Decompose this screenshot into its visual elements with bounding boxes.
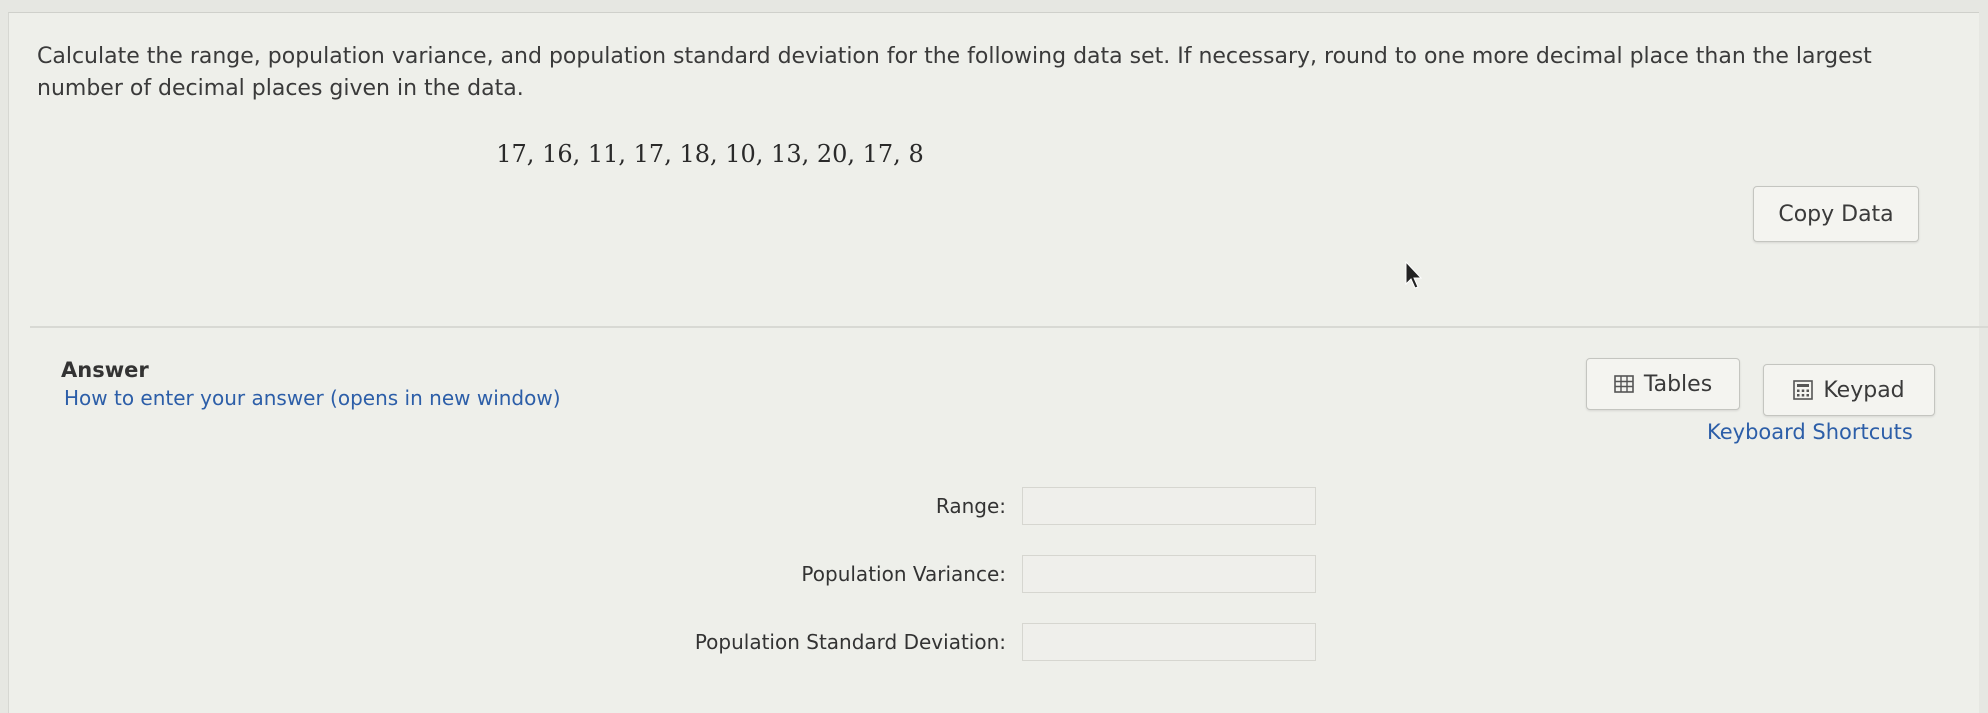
- section-divider: [30, 326, 1988, 328]
- table-grid-icon: [1614, 375, 1634, 393]
- range-input[interactable]: [1022, 487, 1316, 525]
- population-standard-deviation-label: Population Standard Deviation:: [694, 630, 1006, 654]
- keypad-label: Keypad: [1823, 377, 1905, 403]
- calculator-icon: [1793, 380, 1814, 400]
- range-label: Range:: [935, 494, 1006, 518]
- mouse-pointer-icon: [1405, 260, 1423, 289]
- population-standard-deviation-input[interactable]: [1022, 623, 1316, 661]
- tables-label: Tables: [1643, 371, 1713, 397]
- tables-button[interactable]: Tables: [1586, 358, 1740, 410]
- keyboard-shortcuts-link[interactable]: Keyboard Shortcuts: [1707, 420, 1913, 444]
- population-variance-input[interactable]: [1022, 555, 1316, 593]
- population-variance-label: Population Variance:: [801, 562, 1006, 586]
- how-to-enter-answer-link[interactable]: How to enter your answer (opens in new w…: [64, 386, 561, 410]
- copy-data-button[interactable]: Copy Data: [1753, 186, 1919, 242]
- data-set: 17, 16, 11, 17, 18, 10, 13, 20, 17, 8: [496, 140, 924, 168]
- keypad-button[interactable]: Keypad: [1763, 364, 1935, 416]
- question-text: Calculate the range, population variance…: [37, 44, 1872, 101]
- answer-heading: Answer: [61, 358, 149, 382]
